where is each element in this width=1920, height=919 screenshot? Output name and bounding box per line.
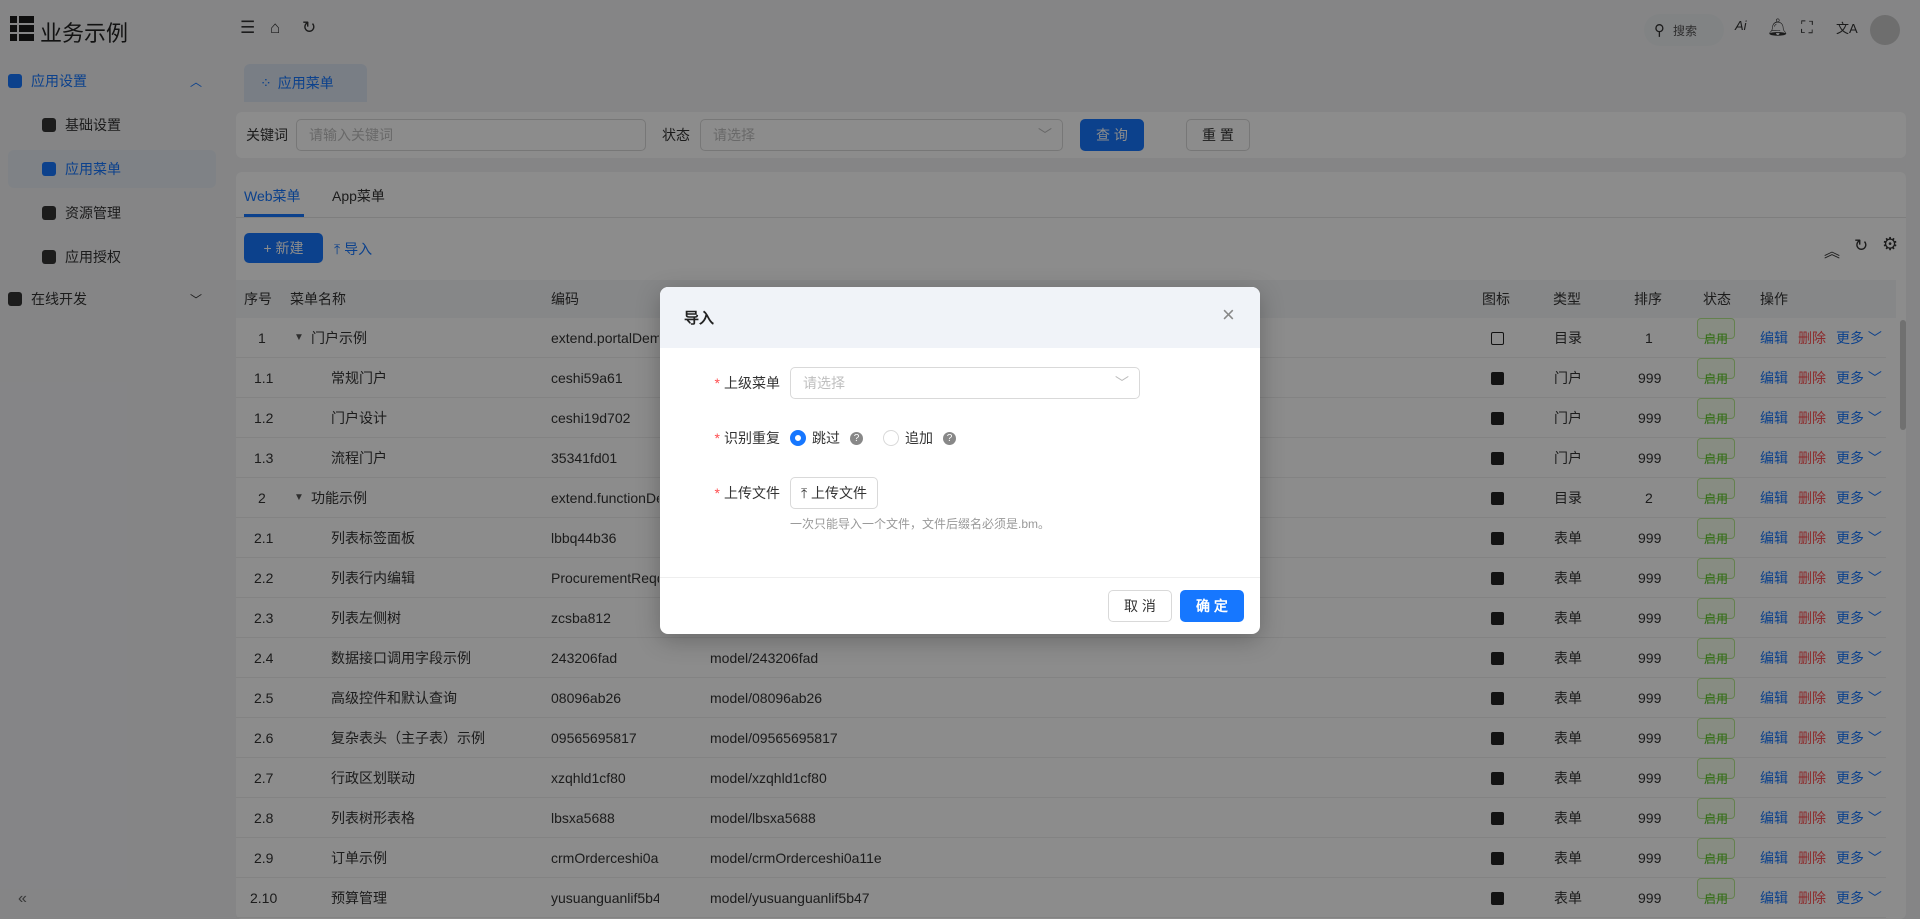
radio-skip[interactable] bbox=[790, 430, 806, 446]
upload-hint: 一次只能导入一个文件，文件后缀名必须是.bm。 bbox=[790, 517, 1051, 531]
import-dialog: 导入 × * 上级菜单 请选择 ﹀ * 识别重复 跳过? 追加? * 上传文件 ⤒ 上传… bbox=[660, 287, 1260, 634]
help-icon[interactable]: ? bbox=[850, 431, 863, 445]
parent-placeholder: 请选择 bbox=[803, 375, 845, 391]
radio-append[interactable] bbox=[883, 430, 899, 446]
close-icon[interactable]: × bbox=[1222, 302, 1235, 328]
upload-button-label: 上传文件 bbox=[811, 485, 868, 501]
radio-skip-label[interactable]: 跳过 bbox=[812, 428, 840, 448]
duplicate-label: * 识别重复 bbox=[714, 430, 780, 446]
dialog-footer-divider bbox=[660, 577, 1260, 578]
dialog-title: 导入 bbox=[684, 310, 715, 327]
cancel-button[interactable]: 取 消 bbox=[1108, 590, 1172, 622]
dialog-header: 导入 × bbox=[660, 287, 1260, 348]
upload-icon: ⤒ bbox=[800, 484, 812, 501]
duplicate-radio-group: 跳过? 追加? bbox=[790, 428, 956, 448]
parent-menu-select[interactable]: 请选择 ﹀ bbox=[790, 367, 1140, 399]
label-text: 上传文件 bbox=[724, 485, 780, 501]
help-icon[interactable]: ? bbox=[943, 431, 956, 445]
upload-label: * 上传文件 bbox=[714, 485, 780, 501]
upload-file-button[interactable]: ⤒ 上传文件 bbox=[790, 477, 878, 509]
label-text: 上级菜单 bbox=[724, 375, 780, 391]
radio-append-label[interactable]: 追加 bbox=[905, 428, 933, 448]
label-text: 识别重复 bbox=[724, 430, 780, 446]
chevron-down-icon: ﹀ bbox=[1115, 375, 1129, 391]
parent-menu-label: * 上级菜单 bbox=[714, 375, 780, 391]
confirm-button[interactable]: 确 定 bbox=[1180, 590, 1244, 622]
